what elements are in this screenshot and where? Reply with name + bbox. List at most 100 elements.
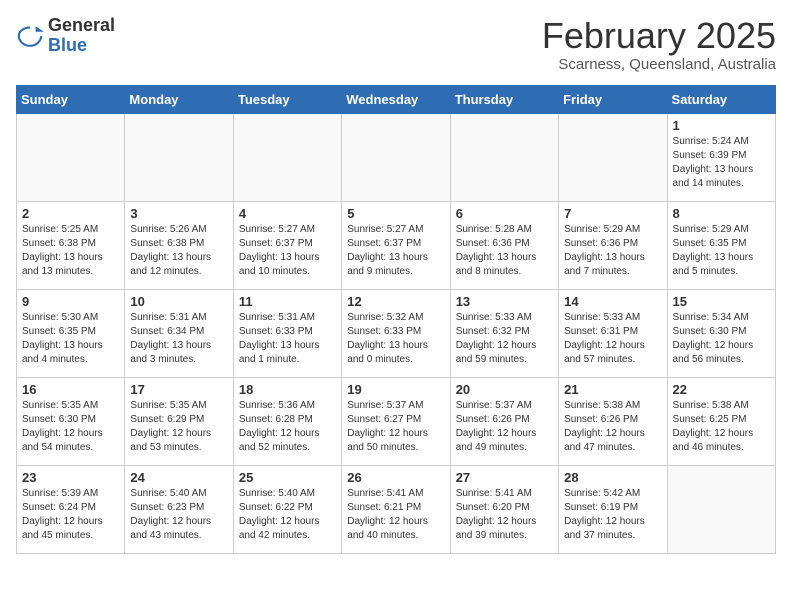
calendar-cell: 22Sunrise: 5:38 AM Sunset: 6:25 PM Dayli… bbox=[667, 377, 775, 465]
calendar-cell bbox=[559, 113, 667, 201]
logo-icon bbox=[16, 22, 44, 50]
calendar-cell: 19 Sunrise: 5:37 AM Sunset: 6:27 PM Dayli… bbox=[342, 377, 450, 465]
day-number: 21 bbox=[564, 382, 661, 397]
calendar-cell: 10 Sunrise: 5:31 AM Sunset: 6:34 PM Dayli… bbox=[125, 289, 233, 377]
day-number: 11 bbox=[239, 294, 336, 309]
week-row-2: 2 Sunrise: 5:25 AM Sunset: 6:38 PM Daylig… bbox=[17, 201, 776, 289]
weekday-header-friday: Friday bbox=[559, 85, 667, 113]
week-row-4: 16 Sunrise: 5:35 AM Sunset: 6:30 PM Dayli… bbox=[17, 377, 776, 465]
day-info: Sunrise: 5:39 AM Sunset: 6:24 PM Dayligh… bbox=[22, 487, 119, 543]
calendar-cell: 11 Sunrise: 5:31 AM Sunset: 6:33 PM Dayli… bbox=[233, 289, 341, 377]
calendar-cell: 12 Sunrise: 5:32 AM Sunset: 6:33 PM Dayli… bbox=[342, 289, 450, 377]
day-number: 5 bbox=[347, 206, 444, 221]
weekday-header-saturday: Saturday bbox=[667, 85, 775, 113]
day-info: Sunrise: 5:26 AM Sunset: 6:38 PM Dayligh… bbox=[130, 223, 227, 279]
day-number: 3 bbox=[130, 206, 227, 221]
day-info: Sunrise: 5:27 AM Sunset: 6:37 PM Dayligh… bbox=[239, 223, 336, 279]
month-title: February 2025 bbox=[542, 16, 776, 56]
location-title: Scarness, Queensland, Australia bbox=[542, 56, 776, 73]
logo: General Blue bbox=[16, 16, 115, 56]
day-info: Sunrise: 5:38 AM Sunset: 6:25 PM Dayligh… bbox=[673, 399, 770, 455]
calendar-cell: 9Sunrise: 5:30 AM Sunset: 6:35 PM Daylig… bbox=[17, 289, 125, 377]
calendar-cell: 28 Sunrise: 5:42 AM Sunset: 6:19 PM Dayli… bbox=[559, 465, 667, 553]
day-info: Sunrise: 5:41 AM Sunset: 6:20 PM Dayligh… bbox=[456, 487, 553, 543]
day-number: 17 bbox=[130, 382, 227, 397]
day-info: Sunrise: 5:42 AM Sunset: 6:19 PM Dayligh… bbox=[564, 487, 661, 543]
calendar-cell: 7Sunrise: 5:29 AM Sunset: 6:36 PM Daylig… bbox=[559, 201, 667, 289]
day-number: 15 bbox=[673, 294, 770, 309]
day-number: 23 bbox=[22, 470, 119, 485]
day-number: 20 bbox=[456, 382, 553, 397]
page-header: General Blue February 2025 Scarness, Que… bbox=[16, 16, 776, 73]
day-number: 4 bbox=[239, 206, 336, 221]
day-number: 27 bbox=[456, 470, 553, 485]
day-number: 25 bbox=[239, 470, 336, 485]
calendar-cell: 4 Sunrise: 5:27 AM Sunset: 6:37 PM Daylig… bbox=[233, 201, 341, 289]
logo-blue-text: Blue bbox=[48, 35, 87, 55]
day-info: Sunrise: 5:41 AM Sunset: 6:21 PM Dayligh… bbox=[347, 487, 444, 543]
calendar-cell: 18 Sunrise: 5:36 AM Sunset: 6:28 PM Dayli… bbox=[233, 377, 341, 465]
day-info: Sunrise: 5:36 AM Sunset: 6:28 PM Dayligh… bbox=[239, 399, 336, 455]
calendar-cell: 6 Sunrise: 5:28 AM Sunset: 6:36 PM Daylig… bbox=[450, 201, 558, 289]
day-info: Sunrise: 5:25 AM Sunset: 6:38 PM Dayligh… bbox=[22, 223, 119, 279]
calendar-cell: 14Sunrise: 5:33 AM Sunset: 6:31 PM Dayli… bbox=[559, 289, 667, 377]
day-info: Sunrise: 5:33 AM Sunset: 6:32 PM Dayligh… bbox=[456, 311, 553, 367]
day-number: 14 bbox=[564, 294, 661, 309]
day-info: Sunrise: 5:37 AM Sunset: 6:26 PM Dayligh… bbox=[456, 399, 553, 455]
calendar-cell: 20 Sunrise: 5:37 AM Sunset: 6:26 PM Dayli… bbox=[450, 377, 558, 465]
calendar-cell bbox=[17, 113, 125, 201]
weekday-header-tuesday: Tuesday bbox=[233, 85, 341, 113]
day-number: 13 bbox=[456, 294, 553, 309]
day-number: 24 bbox=[130, 470, 227, 485]
day-info: Sunrise: 5:37 AM Sunset: 6:27 PM Dayligh… bbox=[347, 399, 444, 455]
day-info: Sunrise: 5:31 AM Sunset: 6:34 PM Dayligh… bbox=[130, 311, 227, 367]
calendar-cell bbox=[125, 113, 233, 201]
day-number: 10 bbox=[130, 294, 227, 309]
calendar-cell: 2 Sunrise: 5:25 AM Sunset: 6:38 PM Daylig… bbox=[17, 201, 125, 289]
calendar-cell: 26 Sunrise: 5:41 AM Sunset: 6:21 PM Dayli… bbox=[342, 465, 450, 553]
calendar-cell: 24 Sunrise: 5:40 AM Sunset: 6:23 PM Dayli… bbox=[125, 465, 233, 553]
day-number: 19 bbox=[347, 382, 444, 397]
week-row-5: 23 Sunrise: 5:39 AM Sunset: 6:24 PM Dayli… bbox=[17, 465, 776, 553]
calendar-cell bbox=[233, 113, 341, 201]
day-info: Sunrise: 5:40 AM Sunset: 6:23 PM Dayligh… bbox=[130, 487, 227, 543]
day-info: Sunrise: 5:35 AM Sunset: 6:29 PM Dayligh… bbox=[130, 399, 227, 455]
calendar-cell bbox=[342, 113, 450, 201]
calendar-cell: 8 Sunrise: 5:29 AM Sunset: 6:35 PM Daylig… bbox=[667, 201, 775, 289]
day-number: 8 bbox=[673, 206, 770, 221]
day-number: 28 bbox=[564, 470, 661, 485]
day-info: Sunrise: 5:40 AM Sunset: 6:22 PM Dayligh… bbox=[239, 487, 336, 543]
calendar-cell bbox=[450, 113, 558, 201]
day-number: 6 bbox=[456, 206, 553, 221]
calendar-cell: 3 Sunrise: 5:26 AM Sunset: 6:38 PM Daylig… bbox=[125, 201, 233, 289]
calendar-cell: 21 Sunrise: 5:38 AM Sunset: 6:26 PM Dayli… bbox=[559, 377, 667, 465]
title-block: February 2025 Scarness, Queensland, Aust… bbox=[542, 16, 776, 73]
week-row-1: 1Sunrise: 5:24 AM Sunset: 6:39 PM Daylig… bbox=[17, 113, 776, 201]
calendar-cell bbox=[667, 465, 775, 553]
weekday-header-wednesday: Wednesday bbox=[342, 85, 450, 113]
logo-general-text: General bbox=[48, 16, 115, 36]
day-number: 2 bbox=[22, 206, 119, 221]
day-number: 12 bbox=[347, 294, 444, 309]
weekday-header-monday: Monday bbox=[125, 85, 233, 113]
day-number: 18 bbox=[239, 382, 336, 397]
day-number: 9 bbox=[22, 294, 119, 309]
day-info: Sunrise: 5:24 AM Sunset: 6:39 PM Dayligh… bbox=[673, 135, 770, 191]
day-info: Sunrise: 5:31 AM Sunset: 6:33 PM Dayligh… bbox=[239, 311, 336, 367]
calendar-cell: 27 Sunrise: 5:41 AM Sunset: 6:20 PM Dayli… bbox=[450, 465, 558, 553]
calendar-cell: 17 Sunrise: 5:35 AM Sunset: 6:29 PM Dayli… bbox=[125, 377, 233, 465]
day-info: Sunrise: 5:38 AM Sunset: 6:26 PM Dayligh… bbox=[564, 399, 661, 455]
day-info: Sunrise: 5:28 AM Sunset: 6:36 PM Dayligh… bbox=[456, 223, 553, 279]
day-info: Sunrise: 5:32 AM Sunset: 6:33 PM Dayligh… bbox=[347, 311, 444, 367]
day-number: 16 bbox=[22, 382, 119, 397]
day-info: Sunrise: 5:29 AM Sunset: 6:36 PM Dayligh… bbox=[564, 223, 661, 279]
weekday-header-thursday: Thursday bbox=[450, 85, 558, 113]
calendar-cell: 23 Sunrise: 5:39 AM Sunset: 6:24 PM Dayli… bbox=[17, 465, 125, 553]
day-info: Sunrise: 5:34 AM Sunset: 6:30 PM Dayligh… bbox=[673, 311, 770, 367]
day-info: Sunrise: 5:35 AM Sunset: 6:30 PM Dayligh… bbox=[22, 399, 119, 455]
day-info: Sunrise: 5:29 AM Sunset: 6:35 PM Dayligh… bbox=[673, 223, 770, 279]
day-info: Sunrise: 5:27 AM Sunset: 6:37 PM Dayligh… bbox=[347, 223, 444, 279]
calendar-cell: 25 Sunrise: 5:40 AM Sunset: 6:22 PM Dayli… bbox=[233, 465, 341, 553]
calendar-table: SundayMondayTuesdayWednesdayThursdayFrid… bbox=[16, 85, 776, 554]
day-number: 26 bbox=[347, 470, 444, 485]
